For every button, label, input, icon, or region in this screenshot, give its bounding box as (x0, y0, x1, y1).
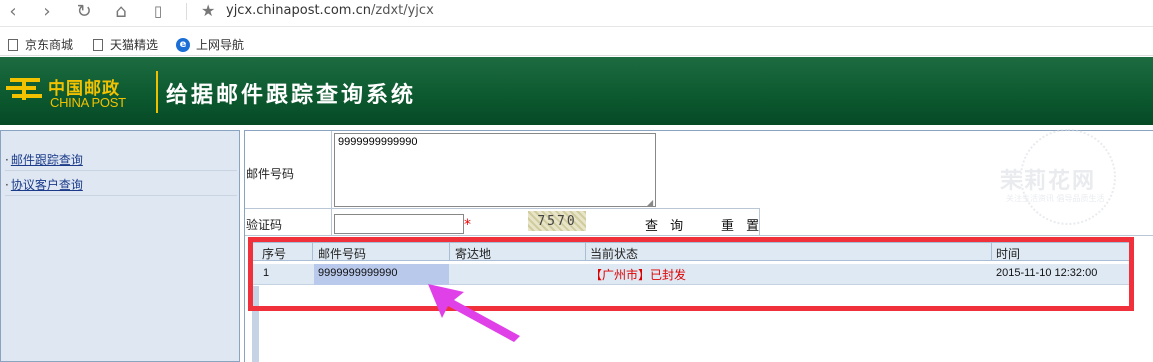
annotation-arrow-icon (428, 284, 520, 342)
system-title: 给据邮件跟踪查询系统 (166, 82, 417, 108)
resize-handle-icon[interactable]: ◢ (647, 198, 653, 207)
site-banner: 中国邮政 CHINA POST 给据邮件跟踪查询系统 (0, 57, 1153, 125)
watermark-subtitle: 关注生活资讯 倡导品质生活 (1006, 194, 1105, 203)
banner-divider (156, 71, 158, 113)
captcha-label: 验证码 (246, 218, 283, 232)
captcha-image[interactable]: 7570 (528, 211, 586, 231)
sidebar-item-contract-customer[interactable]: 协议客户查询 (5, 172, 237, 196)
bookmark-label: 京东商城 (25, 38, 74, 52)
address-bar[interactable]: yjcx.chinapost.com.cn/zdxt/yjcx (226, 3, 434, 18)
post-emblem-icon (6, 78, 42, 100)
form-grid-line (331, 131, 332, 235)
reset-button[interactable]: 重 置 (721, 215, 763, 234)
captcha-input[interactable] (334, 214, 464, 234)
mail-no-label: 邮件号码 (246, 167, 295, 181)
toolbar-separator (186, 3, 187, 20)
site-watermark: 茉莉花网 关注生活资讯 倡导品质生活 (990, 127, 1140, 237)
logo-english-text: CHINA POST (50, 95, 126, 110)
page-icon (8, 38, 18, 51)
bookmark-label: 上网导航 (196, 38, 245, 52)
china-post-logo[interactable]: 中国邮政 CHINA POST (6, 71, 151, 113)
annotation-highlight-box (248, 237, 1134, 311)
bookmarks-bar: 京东商城 天猫精选 e 上网导航 (0, 28, 1153, 56)
ie-icon: e (176, 37, 190, 52)
home-icon[interactable]: ⌂ (110, 0, 132, 22)
bookmark-nav[interactable]: e 上网导航 (176, 36, 244, 53)
bookmark-tmall[interactable]: 天猫精选 (93, 36, 158, 53)
favorite-star-icon[interactable]: ★ (201, 1, 215, 20)
forward-icon[interactable]: › (36, 0, 58, 22)
bookmark-label: 天猫精选 (110, 38, 159, 52)
back-icon[interactable]: ‹ (2, 0, 24, 22)
reload-icon[interactable]: ↻ (73, 0, 95, 22)
reading-mode-icon[interactable]: ▯ (147, 0, 169, 22)
sidebar-item-mail-tracking[interactable]: 邮件跟踪查询 (5, 147, 237, 171)
sidebar: 邮件跟踪查询 协议客户查询 (0, 130, 240, 362)
browser-toolbar: ‹ › ↻ ⌂ ▯ ★ yjcx.chinapost.com.cn/zdxt/y… (0, 0, 1153, 27)
watermark-text: 茉莉花网 (1000, 169, 1097, 194)
query-button[interactable]: 查 询 (645, 215, 687, 234)
bookmark-jd[interactable]: 京东商城 (8, 36, 73, 53)
page-icon (93, 38, 103, 51)
url-path: /zdxt/yjcx (370, 3, 434, 18)
form-grid-line (245, 208, 760, 209)
required-mark: * (464, 217, 471, 233)
mail-no-input[interactable]: 9999999999990 (334, 133, 656, 207)
url-host: yjcx.chinapost.com.cn (226, 3, 371, 18)
